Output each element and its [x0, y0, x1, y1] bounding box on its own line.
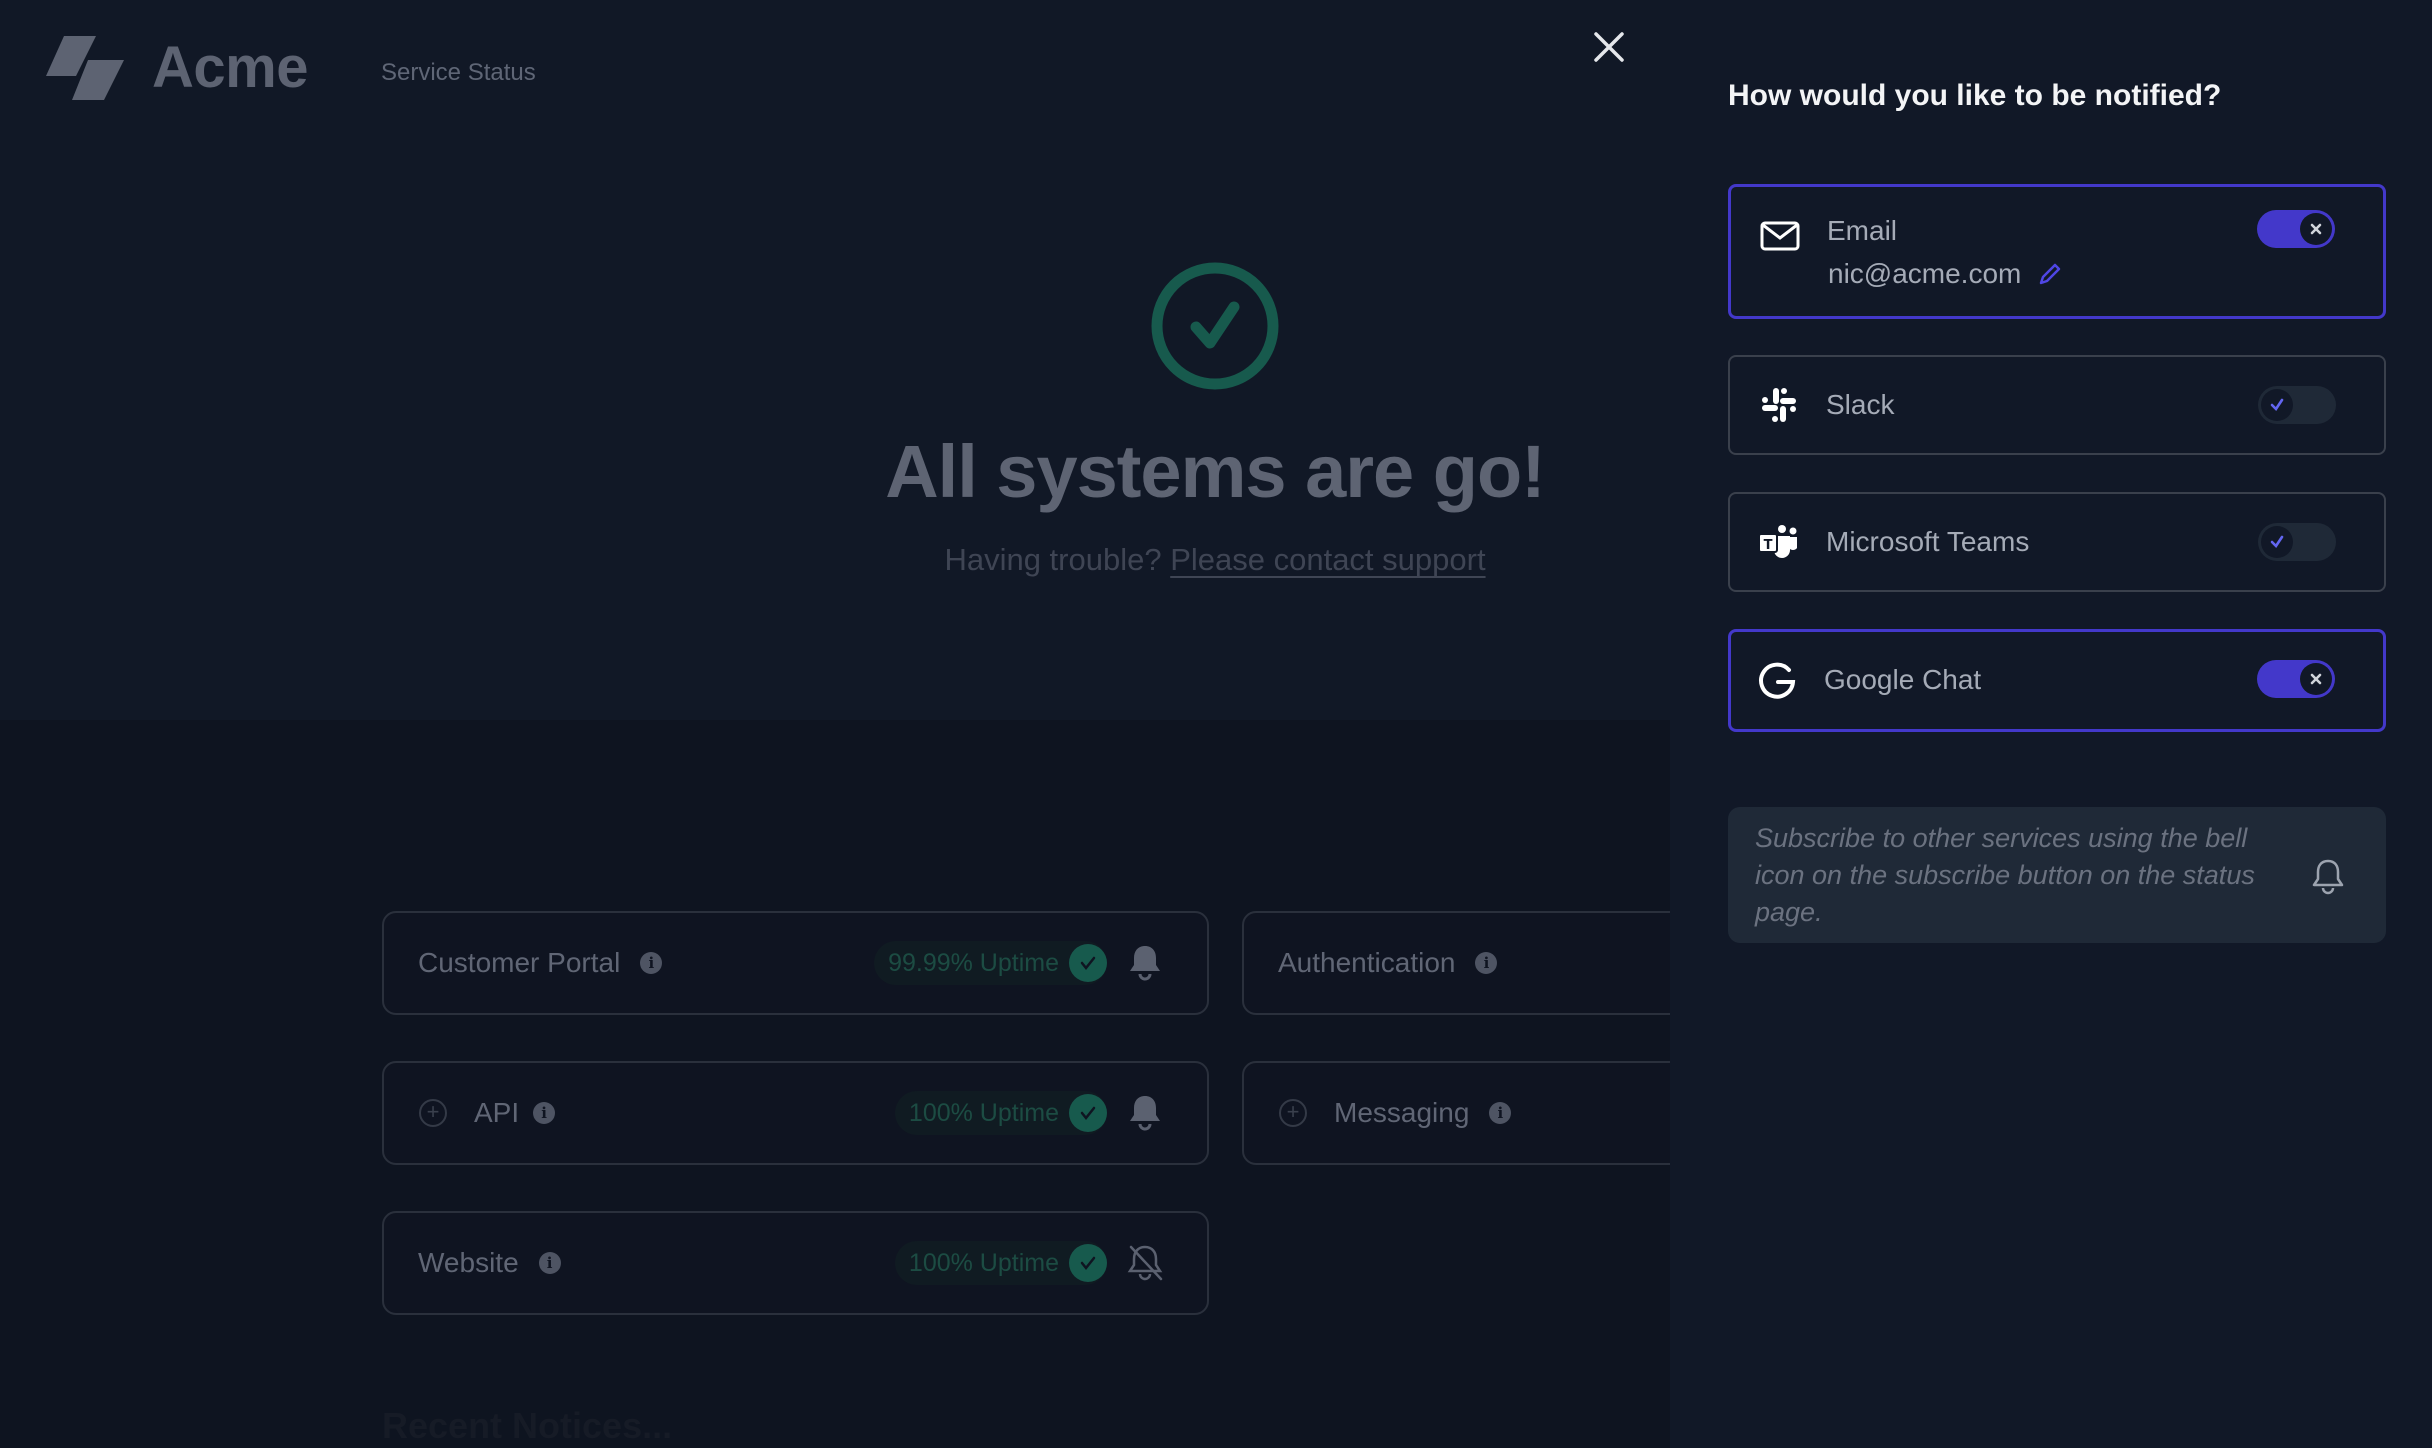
service-name: API [474, 1097, 520, 1128]
bell-off-icon[interactable] [1125, 1243, 1165, 1283]
info-icon[interactable]: i [1475, 952, 1498, 974]
service-card-authentication[interactable]: Authentication i [1242, 911, 1670, 1015]
status-title: All systems are go! [885, 430, 1546, 513]
uptime-text: 100% Uptime [908, 1098, 1059, 1127]
pencil-icon[interactable] [2037, 261, 2063, 287]
email-address: nic@acme.com [1828, 258, 2022, 289]
info-icon[interactable]: i [538, 1252, 561, 1274]
contact-support-link[interactable]: Please contact support [1170, 542, 1485, 577]
channel-microsoft-teams[interactable]: T Microsoft Teams [1728, 492, 2386, 592]
check-icon [1069, 944, 1107, 982]
expand-icon[interactable]: + [419, 1099, 447, 1127]
email-value: nic@acme.com [1828, 257, 2063, 291]
service-card-messaging[interactable]: + Messaging i [1242, 1061, 1670, 1165]
service-card-api[interactable]: + API i 100% Uptime [382, 1061, 1209, 1165]
subtitle-text: Having trouble? [944, 542, 1162, 577]
mail-icon [1760, 221, 1800, 251]
service-card-website[interactable]: Website i 100% Uptime [382, 1211, 1209, 1315]
channel-label: Email [1827, 215, 1898, 246]
hero-section: Acme Service Status All systems are go! … [0, 0, 1670, 720]
channel-email[interactable]: Email nic@acme.com [1728, 184, 2386, 319]
service-card-customer-portal[interactable]: Customer Portal i 99.99% Uptime [382, 911, 1209, 1015]
x-icon [2300, 663, 2332, 695]
acme-logo-icon [46, 36, 124, 100]
uptime-text: 99.99% Uptime [888, 948, 1059, 977]
channel-label: Microsoft Teams [1826, 526, 2030, 557]
subscribe-tip: Subscribe to other services using the be… [1728, 807, 2386, 943]
check-icon [1069, 1094, 1107, 1132]
teams-toggle[interactable] [2258, 523, 2336, 561]
brand-name[interactable]: Acme [152, 36, 308, 100]
service-name: Messaging [1334, 1097, 1470, 1128]
status-subtitle: Having trouble? Please contact support [0, 540, 1670, 580]
uptime-badge: 100% Uptime [894, 1091, 1107, 1135]
svg-text:T: T [1764, 538, 1773, 553]
recent-notices-heading: Recent Notices... [382, 1405, 673, 1446]
check-icon [2261, 526, 2293, 558]
slack-icon [1762, 388, 1796, 422]
service-name: Authentication [1278, 947, 1456, 978]
check-icon [1069, 1244, 1107, 1282]
uptime-badge: 99.99% Uptime [874, 941, 1107, 985]
uptime-text: 100% Uptime [908, 1248, 1059, 1277]
info-icon[interactable]: i [640, 952, 663, 974]
service-name: Customer Portal [418, 947, 621, 978]
panel-title: How would you like to be notified? [1728, 79, 2222, 112]
teams-icon: T [1758, 525, 1797, 558]
bell-icon[interactable] [1125, 943, 1165, 983]
bell-icon[interactable] [1125, 1093, 1165, 1133]
x-icon [2300, 213, 2332, 245]
google-icon [1759, 662, 1796, 699]
service-name: Website [418, 1247, 519, 1278]
slack-toggle[interactable] [2258, 386, 2336, 424]
info-icon[interactable]: i [533, 1102, 556, 1124]
email-toggle[interactable] [2257, 210, 2335, 248]
channel-label: Google Chat [1824, 664, 1982, 695]
google-chat-toggle[interactable] [2257, 660, 2335, 698]
service-status-link[interactable]: Service Status [381, 58, 536, 88]
notification-panel: How would you like to be notified? Email… [1670, 0, 2432, 1448]
channel-label: Slack [1826, 389, 1895, 420]
status-page: Acme Service Status All systems are go! … [0, 0, 1670, 1448]
check-icon [2261, 389, 2293, 421]
channel-slack[interactable]: Slack [1728, 355, 2386, 455]
info-icon[interactable]: i [1489, 1102, 1512, 1124]
close-icon[interactable] [1590, 28, 1628, 66]
uptime-badge: 100% Uptime [894, 1241, 1107, 1285]
tip-text: Subscribe to other services using the be… [1755, 823, 2255, 927]
check-circle-icon [1151, 262, 1279, 390]
bell-icon [2312, 859, 2344, 895]
expand-icon[interactable]: + [1279, 1099, 1307, 1127]
channel-google-chat[interactable]: Google Chat [1728, 629, 2386, 732]
